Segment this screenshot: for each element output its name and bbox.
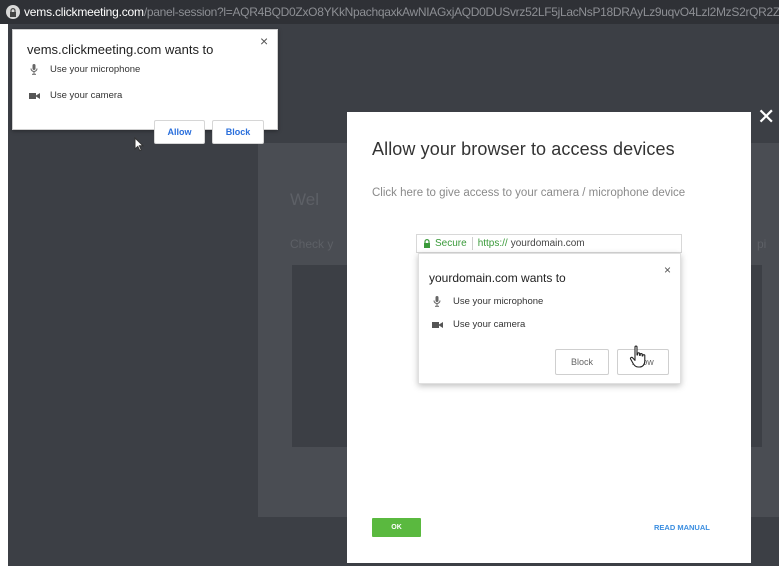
ok-button[interactable]: OK [372, 518, 421, 537]
illustration-microphone-row: Use your microphone [431, 296, 543, 307]
background-panel-title: Wel [290, 190, 319, 209]
lock-icon[interactable] [6, 5, 20, 19]
hand-pointer-icon [629, 345, 646, 368]
camera-icon [27, 92, 41, 100]
browser-url-bar[interactable]: vems.clickmeeting.com/panel-session?l=AQ… [0, 0, 779, 24]
close-icon: × [664, 263, 672, 277]
url-host: vems.clickmeeting.com [24, 5, 144, 19]
illustration-secure-label: Secure [435, 238, 467, 249]
allow-button[interactable]: Allow [154, 120, 205, 144]
modal-close-icon[interactable]: ✕ [757, 106, 775, 128]
illustration-url-bar: Secure https:// yourdomain.com [416, 234, 682, 253]
lock-icon [424, 239, 430, 248]
modal-title: Allow your browser to access devices [372, 139, 675, 159]
access-devices-modal: Allow your browser to access devices Cli… [347, 112, 751, 563]
camera-icon [431, 321, 443, 329]
illustration-camera-row: Use your camera [431, 319, 525, 330]
illustration-block-button: Block [555, 349, 609, 375]
read-manual-link[interactable]: READ MANUAL [654, 523, 710, 532]
block-button[interactable]: Block [212, 120, 264, 144]
browser-permission-popup: vems.clickmeeting.com wants to × Use you… [12, 29, 278, 144]
illustration-popup-title: yourdomain.com wants to [429, 271, 566, 285]
background-panel-right-text: pi [757, 237, 767, 251]
background-panel-subtitle: Check y [290, 237, 334, 251]
illustration-microphone-label: Use your microphone [453, 296, 544, 307]
illustration-camera-label: Use your camera [453, 319, 526, 330]
close-icon[interactable]: × [260, 33, 268, 49]
mouse-cursor-icon [134, 137, 144, 152]
microphone-icon [27, 64, 41, 75]
permission-microphone-label: Use your microphone [50, 64, 141, 75]
modal-description[interactable]: Click here to give access to your camera… [372, 187, 685, 199]
permission-popup-title: vems.clickmeeting.com wants to [27, 42, 214, 57]
permission-illustration: Secure https:// yourdomain.com yourdomai… [416, 234, 683, 390]
permission-microphone-row: Use your microphone [27, 64, 140, 75]
url-path: /panel-session?l=AQR4BQD0ZxO8YKkNpachqax… [143, 5, 779, 19]
illustration-host: yourdomain.com [510, 238, 585, 249]
illustration-divider [471, 237, 473, 250]
microphone-icon [431, 296, 443, 307]
permission-camera-row: Use your camera [27, 90, 122, 101]
illustration-https: https:// [477, 238, 508, 249]
permission-camera-label: Use your camera [50, 90, 123, 101]
